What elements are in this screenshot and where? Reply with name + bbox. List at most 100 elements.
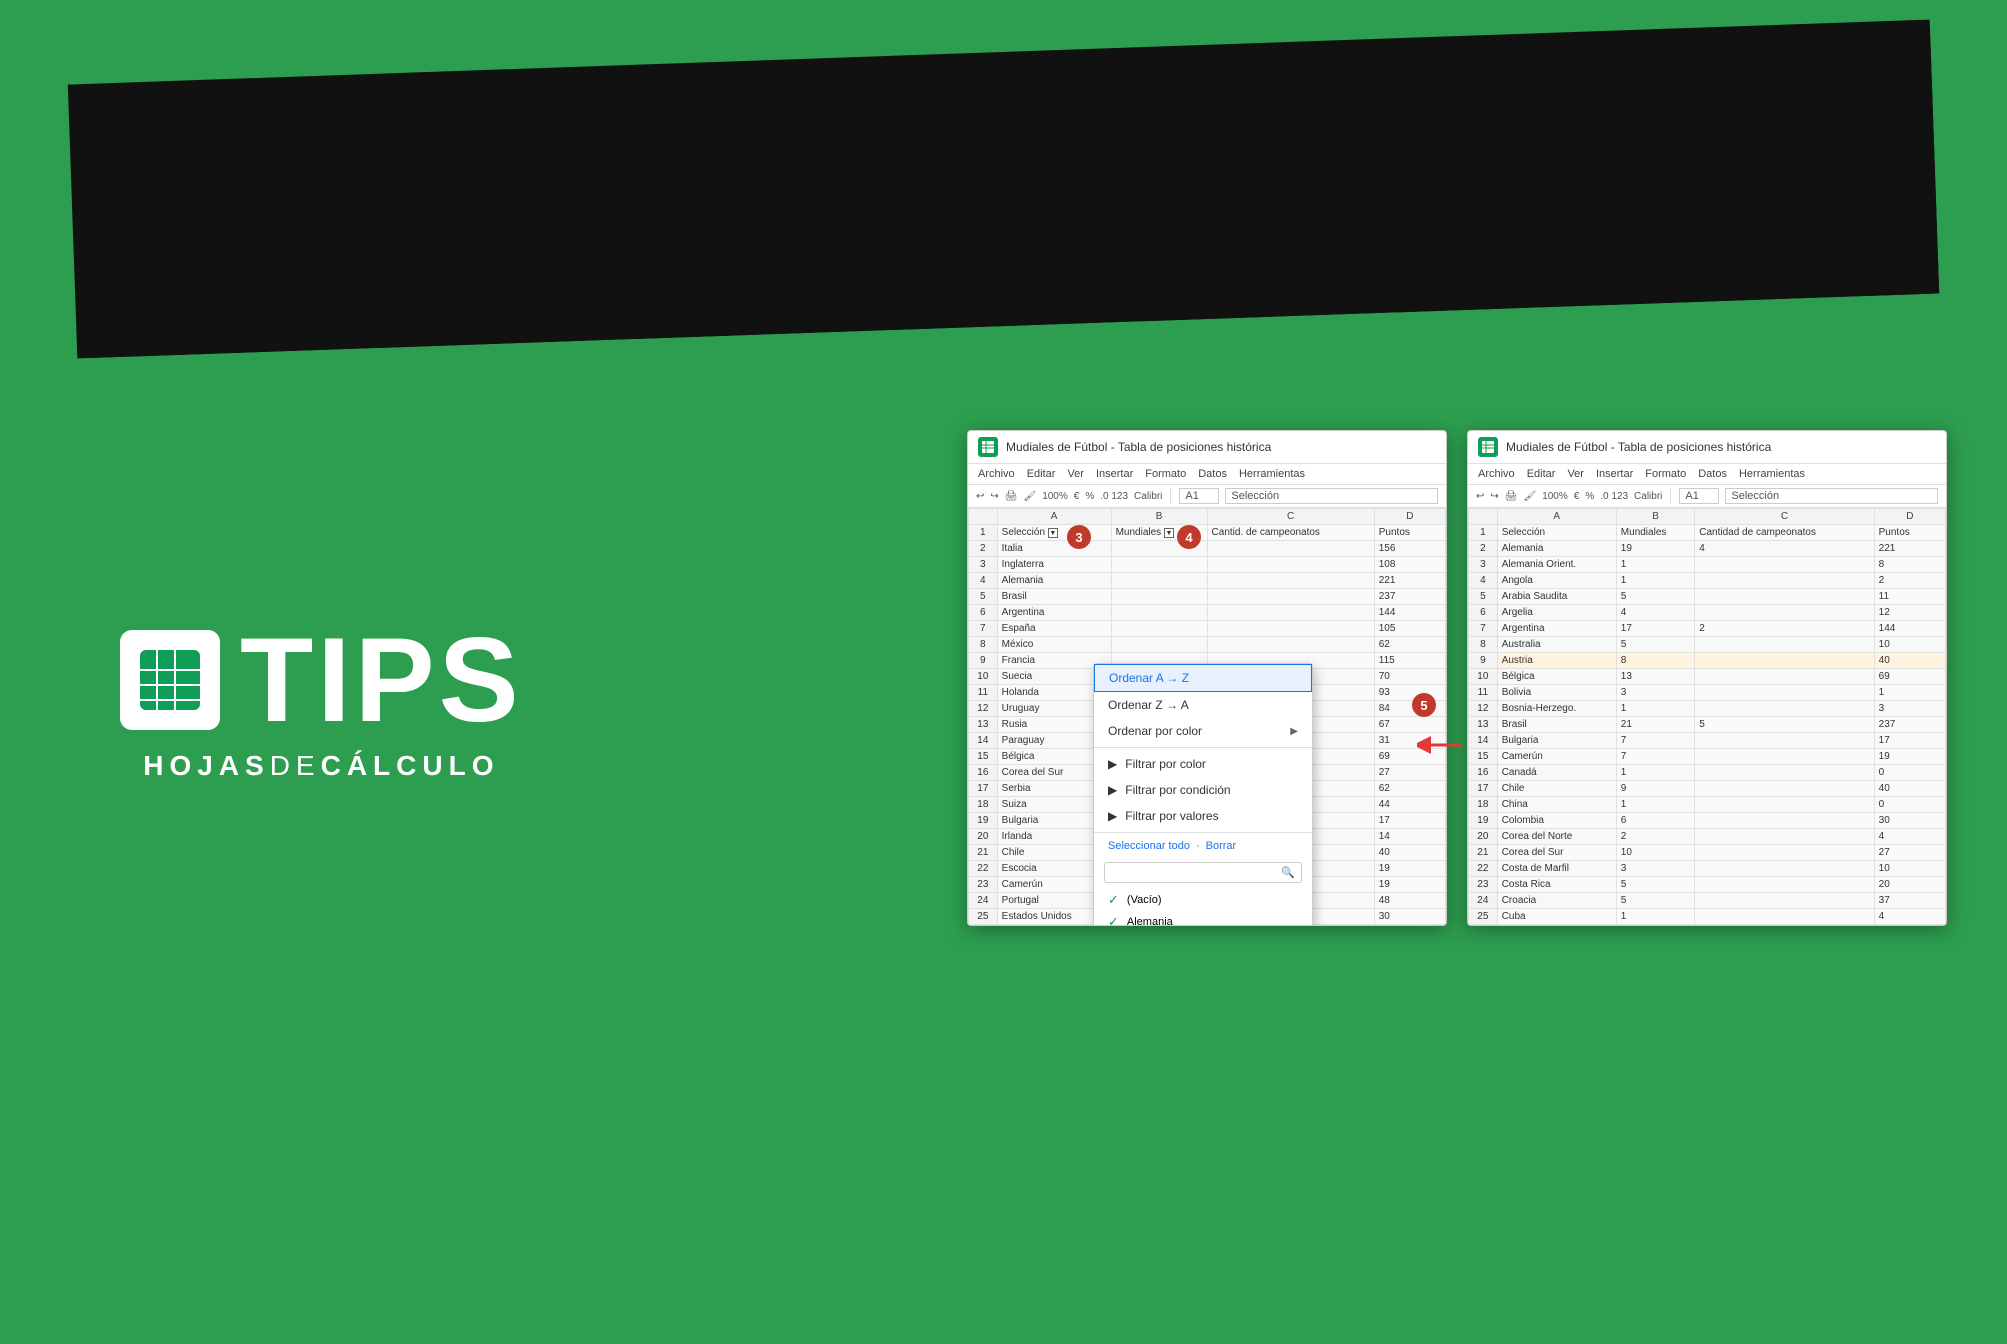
menu-archivo[interactable]: Archivo bbox=[978, 466, 1015, 482]
filter-icon-b[interactable]: ▼ bbox=[1164, 528, 1174, 538]
step-badge-4: 4 bbox=[1177, 525, 1201, 549]
item-alemania: Alemania bbox=[1127, 916, 1173, 926]
menu-datos[interactable]: Datos bbox=[1198, 466, 1227, 482]
r-toolbar-undo[interactable]: ↩ bbox=[1476, 491, 1484, 502]
toolbar-zoom[interactable]: 100% bbox=[1042, 491, 1068, 502]
table-row: 4Angola12 bbox=[1469, 573, 1946, 589]
title-banner: FILTRAR Y ORDENAR EN GOOGLE SHEETS bbox=[76, 28, 1931, 350]
filter-condition-item[interactable]: ▶ Filtrar por condición bbox=[1094, 777, 1312, 803]
r-menu-datos[interactable]: Datos bbox=[1698, 466, 1727, 482]
step-badge-3: 3 bbox=[1067, 525, 1091, 549]
select-all-row: Seleccionar todo · Borrar bbox=[1094, 836, 1312, 856]
r-toolbar-font[interactable]: Calibri bbox=[1634, 491, 1662, 502]
filter-icon-a[interactable]: ▼ bbox=[1048, 528, 1058, 538]
select-all-link[interactable]: Seleccionar todo bbox=[1108, 840, 1190, 852]
left-sheet-menubar[interactable]: Archivo Editar Ver Insertar Formato Dato… bbox=[968, 464, 1446, 485]
toolbar-print[interactable]: 🖨 bbox=[1005, 491, 1018, 502]
toolbar-redo[interactable]: ↪ bbox=[990, 491, 998, 502]
r-data-header-row: 1 Selección Mundiales Cantidad de campeo… bbox=[1469, 525, 1946, 541]
table-row: 17Chile940 bbox=[1469, 781, 1946, 797]
r-toolbar-currency[interactable]: € bbox=[1574, 491, 1580, 502]
filter-dropdown-menu[interactable]: Ordenar A → Z Ordenar Z → A Ordenar por … bbox=[1093, 663, 1313, 926]
table-row: 8México62 bbox=[969, 637, 1446, 653]
page-title: FILTRAR Y ORDENAR EN GOOGLE SHEETS bbox=[131, 62, 1876, 316]
r-menu-editar[interactable]: Editar bbox=[1527, 466, 1556, 482]
r-menu-formato[interactable]: Formato bbox=[1645, 466, 1686, 482]
sort-za-item[interactable]: Ordenar Z → A bbox=[1094, 692, 1312, 718]
r-menu-archivo[interactable]: Archivo bbox=[1478, 466, 1515, 482]
left-sheet: Mudiales de Fútbol - Tabla de posiciones… bbox=[967, 430, 1447, 926]
menu-formato[interactable]: Formato bbox=[1145, 466, 1186, 482]
menu-herramientas[interactable]: Herramientas bbox=[1239, 466, 1305, 482]
r-toolbar-paint[interactable]: 🖌 bbox=[1523, 491, 1536, 502]
tips-subtitle: HOJASDECÁLCULO bbox=[143, 750, 499, 782]
tips-logo: TIPS HOJASDECÁLCULO bbox=[120, 620, 523, 782]
sort-color-item[interactable]: Ordenar por color ▶ bbox=[1094, 718, 1312, 744]
table-row: 19Colombia630 bbox=[1469, 813, 1946, 829]
table-row: 14Bulgaria717 bbox=[1469, 733, 1946, 749]
toolbar-undo[interactable]: ↩ bbox=[976, 491, 984, 502]
table-row: 20Corea del Norte24 bbox=[1469, 829, 1946, 845]
r-col-b-header: B bbox=[1616, 509, 1694, 525]
table-row: 13Brasil215237 bbox=[1469, 717, 1946, 733]
filter-color-item[interactable]: ▶ Filtrar por color bbox=[1094, 751, 1312, 777]
r-toolbar-zoom[interactable]: 100% bbox=[1542, 491, 1568, 502]
r-toolbar-print[interactable]: 🖨 bbox=[1505, 491, 1518, 502]
r-menu-herramientas[interactable]: Herramientas bbox=[1739, 466, 1805, 482]
menu-insertar[interactable]: Insertar bbox=[1096, 466, 1133, 482]
r-menu-insertar[interactable]: Insertar bbox=[1596, 466, 1633, 482]
toolbar-paint[interactable]: 🖌 bbox=[1023, 491, 1036, 502]
toolbar-currency[interactable]: € bbox=[1074, 491, 1080, 502]
r-toolbar-percent[interactable]: % bbox=[1585, 491, 1594, 502]
checkbox-alemania[interactable]: ✓ Alemania bbox=[1094, 911, 1312, 926]
toolbar-decimals[interactable]: .0 123 bbox=[1100, 491, 1128, 502]
tips-word: TIPS bbox=[240, 620, 523, 740]
delete-link[interactable]: Borrar bbox=[1206, 840, 1237, 852]
formula-bar-right[interactable]: Selección bbox=[1725, 488, 1938, 504]
red-arrow-annotation bbox=[1417, 730, 1467, 765]
right-sheet: Mudiales de Fútbol - Tabla de posiciones… bbox=[1467, 430, 1947, 926]
table-row: 8Australia510 bbox=[1469, 637, 1946, 653]
dropdown-search-box[interactable]: 🔍 bbox=[1104, 862, 1302, 883]
bullet-3: ▶ bbox=[1108, 809, 1117, 823]
cell-ref-right[interactable]: A1 bbox=[1679, 488, 1719, 504]
table-row: 6Argentina144 bbox=[969, 605, 1446, 621]
right-sheet-table: A B C D 1 Selección Mundiales Cantidad d… bbox=[1468, 508, 1946, 925]
r-toolbar-decimals[interactable]: .0 123 bbox=[1600, 491, 1628, 502]
formula-bar-left[interactable]: Selección bbox=[1225, 488, 1438, 504]
r-menu-ver[interactable]: Ver bbox=[1567, 466, 1584, 482]
col-puntos-header: Puntos bbox=[1374, 525, 1445, 541]
table-row: 4Alemania221 bbox=[969, 573, 1446, 589]
left-sheet-title: Mudiales de Fútbol - Tabla de posiciones… bbox=[1006, 440, 1271, 454]
menu-ver[interactable]: Ver bbox=[1067, 466, 1084, 482]
sheets-app-icon bbox=[978, 437, 998, 457]
sort-az-item[interactable]: Ordenar A → Z bbox=[1094, 664, 1312, 692]
checkbox-vacio[interactable]: ✓ (Vacío) bbox=[1094, 889, 1312, 911]
step-badge-5: 5 bbox=[1412, 693, 1436, 717]
r-col-num-header bbox=[1469, 509, 1498, 525]
col-b-header: B bbox=[1111, 509, 1207, 525]
right-sheet-title: Mudiales de Fútbol - Tabla de posiciones… bbox=[1506, 440, 1771, 454]
table-row: 5Brasil237 bbox=[969, 589, 1446, 605]
sort-color-arrow: ▶ bbox=[1290, 726, 1298, 737]
row-1-num: 1 bbox=[969, 525, 998, 541]
r-toolbar-redo[interactable]: ↪ bbox=[1490, 491, 1498, 502]
left-sheet-panel: 3 4 Mudiales de Fútbol - Tabla de posici… bbox=[967, 430, 1447, 926]
right-sheets-app-icon bbox=[1478, 437, 1498, 457]
left-sheet-titlebar: Mudiales de Fútbol - Tabla de posiciones… bbox=[968, 431, 1446, 464]
col-campeonatos-header: Cantid. de campeonatos bbox=[1207, 525, 1374, 541]
r-row-1-num: 1 bbox=[1469, 525, 1498, 541]
filter-values-item[interactable]: ▶ Filtrar por valores bbox=[1094, 803, 1312, 829]
cell-ref-left[interactable]: A1 bbox=[1179, 488, 1219, 504]
toolbar-separator bbox=[1170, 488, 1171, 504]
toolbar-percent[interactable]: % bbox=[1085, 491, 1094, 502]
menu-editar[interactable]: Editar bbox=[1027, 466, 1056, 482]
r-col-d-header: D bbox=[1874, 509, 1945, 525]
right-table-body: 2Alemania194221 3Alemania Orient.18 4Ang… bbox=[1469, 541, 1946, 925]
table-row: 3Inglaterra108 bbox=[969, 557, 1446, 573]
toolbar-font[interactable]: Calibri bbox=[1134, 491, 1162, 502]
dropdown-sep-1 bbox=[1094, 747, 1312, 748]
right-sheet-panel: Mudiales de Fútbol - Tabla de posiciones… bbox=[1467, 430, 1947, 926]
right-sheet-menubar[interactable]: Archivo Editar Ver Insertar Formato Dato… bbox=[1468, 464, 1946, 485]
tips-spreadsheet-icon bbox=[120, 630, 220, 730]
